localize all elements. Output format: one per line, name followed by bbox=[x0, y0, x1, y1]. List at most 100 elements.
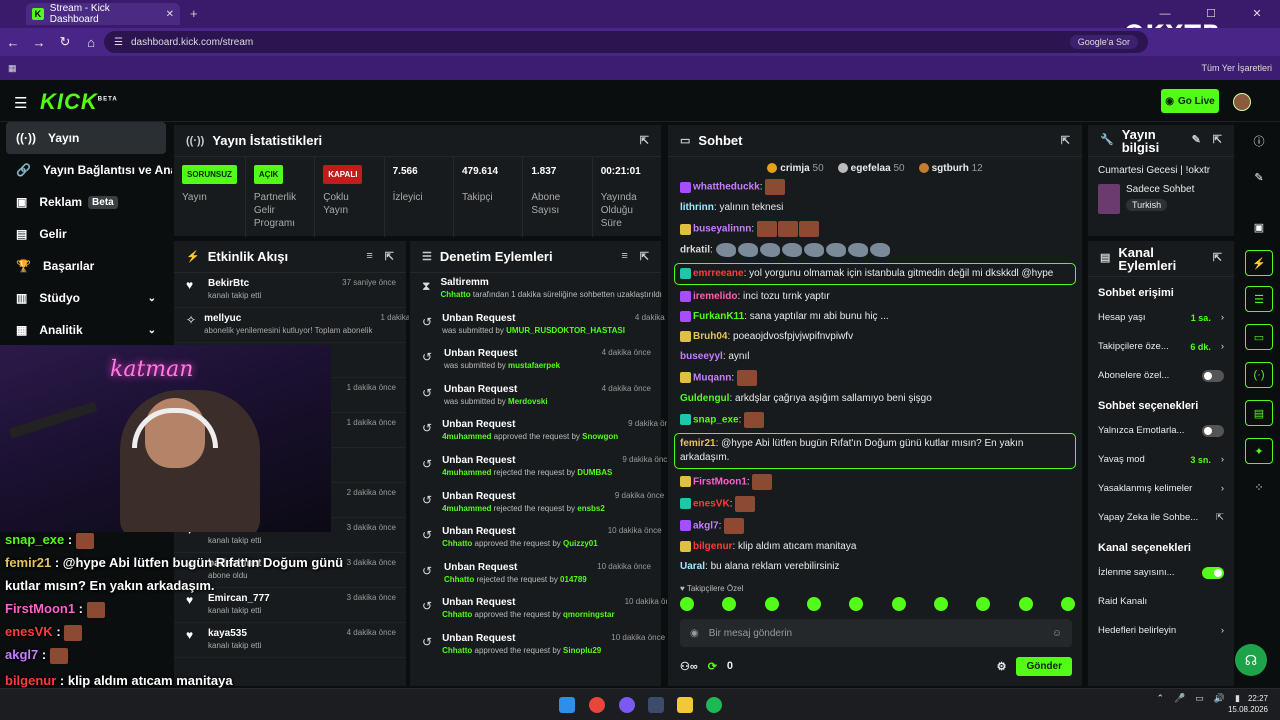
chat-username[interactable]: Uaral bbox=[680, 561, 705, 572]
filter-icon[interactable]: ≡ bbox=[366, 250, 372, 263]
top-gifter[interactable]: crimja 50 bbox=[767, 163, 824, 174]
sidebar-item-analitik[interactable]: ▦ Analitik ⌄ bbox=[0, 314, 172, 346]
kick-emote-icon[interactable] bbox=[976, 597, 991, 611]
edit-icon[interactable]: ✎ bbox=[1192, 134, 1201, 147]
chat-username[interactable]: FirstMoon1 bbox=[693, 476, 747, 487]
sidebar-item-ba-ar-lar[interactable]: 🏆 Başarılar bbox=[0, 250, 172, 282]
toggle-switch[interactable] bbox=[1202, 424, 1224, 437]
home-icon[interactable]: ⌂ bbox=[78, 35, 104, 50]
chat-username[interactable]: femir21 bbox=[680, 438, 716, 449]
mod-target-user[interactable]: Sinoplu29 bbox=[563, 646, 601, 655]
chat-username[interactable]: lithrinn bbox=[680, 202, 714, 213]
popout-icon[interactable]: ⇱ bbox=[385, 250, 394, 263]
top-gifter[interactable]: sgtburh 12 bbox=[918, 163, 983, 174]
help-icon[interactable]: ☊ bbox=[1235, 644, 1267, 676]
chevron-up-icon[interactable]: ⌃ bbox=[1157, 693, 1165, 704]
chat-username[interactable]: emrreeane bbox=[693, 268, 744, 279]
chat-username[interactable]: bilgenur bbox=[693, 541, 732, 552]
top-gifter[interactable]: egefelaa 50 bbox=[837, 163, 905, 174]
kick-emote-icon[interactable] bbox=[933, 597, 948, 611]
back-icon[interactable]: ← bbox=[0, 35, 26, 50]
sidebar-item-yay-n-ba-lant-s-ve-anahtar-[interactable]: 🔗 Yayın Bağlantısı ve Anahtarı bbox=[0, 154, 172, 186]
chat-username[interactable]: buseeyyl bbox=[680, 351, 723, 362]
kick-emote-icon[interactable] bbox=[891, 597, 906, 611]
go-live-button[interactable]: ◉ Go Live bbox=[1161, 89, 1219, 113]
sidebar-item-yay-n[interactable]: ((·)) Yayın bbox=[6, 122, 166, 154]
more-icon[interactable]: ⁘ bbox=[1245, 474, 1273, 500]
send-button[interactable]: Gönder bbox=[1016, 656, 1072, 676]
mod-target-user[interactable]: 014789 bbox=[560, 575, 587, 584]
kick-emote-icon[interactable] bbox=[722, 597, 737, 611]
edit-icon[interactable]: ✎ bbox=[1245, 164, 1273, 190]
sidebar-item-reklam[interactable]: ▣ Reklam Beta bbox=[0, 186, 172, 218]
activity-icon[interactable]: ⚡ bbox=[1245, 250, 1273, 276]
all-bookmarks[interactable]: Tüm Yer İşaretleri bbox=[1201, 63, 1272, 73]
kick-emote-icon[interactable] bbox=[849, 597, 864, 611]
volume-icon[interactable]: 🔊 bbox=[1214, 693, 1225, 704]
chat-mode-icon[interactable]: ◉ bbox=[690, 628, 699, 639]
chat-username[interactable]: iremelido bbox=[693, 291, 737, 302]
setting-row[interactable]: İzlenme sayısını... bbox=[1088, 558, 1234, 587]
steam-icon[interactable] bbox=[648, 697, 664, 713]
chat-username[interactable]: Bruh04 bbox=[693, 331, 727, 342]
mod-target-user[interactable]: ensbs2 bbox=[577, 504, 605, 513]
mod-target-user[interactable]: Snowgon bbox=[582, 432, 618, 441]
avatar[interactable] bbox=[1233, 93, 1251, 111]
mic-icon[interactable]: 🎤 bbox=[1174, 693, 1185, 704]
apps-grid-icon[interactable]: ▦ bbox=[8, 63, 17, 74]
list-icon[interactable]: ☰ bbox=[1245, 286, 1273, 312]
menu-icon[interactable]: ☰ bbox=[14, 94, 27, 112]
url-field[interactable]: ☰ dashboard.kick.com/stream Google'a Sor bbox=[104, 31, 1148, 53]
kick-emote-icon[interactable] bbox=[1060, 597, 1075, 611]
chat-username[interactable]: drkatil bbox=[680, 245, 710, 256]
chat-username[interactable]: akgl7 bbox=[693, 520, 719, 531]
mod-user[interactable]: Chhatto bbox=[442, 646, 472, 655]
chat-username[interactable]: whattheduckk bbox=[693, 182, 760, 193]
kick-emote-icon[interactable] bbox=[1018, 597, 1033, 611]
spotify-icon[interactable] bbox=[706, 697, 722, 713]
google-ask-chip[interactable]: Google'a Sor bbox=[1069, 35, 1138, 49]
filter-icon[interactable]: ≡ bbox=[621, 250, 627, 263]
setting-row[interactable]: Hedefleri belirleyin › bbox=[1088, 616, 1234, 645]
start-icon[interactable] bbox=[559, 697, 575, 713]
category-name[interactable]: Sadece Sohbet bbox=[1126, 184, 1194, 195]
setting-row[interactable]: Hesap yaşı 1 sa. › bbox=[1088, 303, 1234, 332]
info-icon[interactable]: ⓘ bbox=[1245, 128, 1273, 154]
tab-close-icon[interactable]: ✕ bbox=[166, 9, 174, 20]
close-window-icon[interactable]: ✕ bbox=[1234, 0, 1280, 28]
discord-icon[interactable] bbox=[619, 697, 635, 713]
mod-user[interactable]: Chhatto bbox=[442, 610, 472, 619]
kick-logo[interactable]: KICKBETA bbox=[40, 89, 118, 115]
mod-target-user[interactable]: DUMBAS bbox=[577, 468, 612, 477]
mod-target-user[interactable]: Quizzy01 bbox=[563, 539, 598, 548]
clock[interactable]: 22:27 15.08.2026 bbox=[1228, 693, 1268, 715]
new-tab-icon[interactable]: + bbox=[190, 6, 198, 21]
site-info-icon[interactable]: ☰ bbox=[114, 37, 123, 48]
popout-icon[interactable]: ⇱ bbox=[640, 250, 649, 263]
wrench-icon[interactable]: ✦ bbox=[1245, 438, 1273, 464]
kick-emote-icon[interactable] bbox=[680, 597, 694, 611]
reload-icon[interactable]: ↻ bbox=[52, 34, 78, 50]
setting-row[interactable]: Raid Kanalı bbox=[1088, 587, 1234, 616]
mod-user[interactable]: 4muhammed bbox=[442, 468, 491, 477]
mod-user[interactable]: UMUR_RUSDOKTOR_HASTASI bbox=[506, 326, 625, 335]
sidebar-item-st-dyo[interactable]: ▥ Stüdyo ⌄ bbox=[0, 282, 172, 314]
mod-user[interactable]: Chhatto bbox=[444, 575, 474, 584]
popout-icon[interactable]: ⇱ bbox=[1213, 134, 1222, 147]
explorer-icon[interactable] bbox=[677, 697, 693, 713]
chat-username[interactable]: enesVK bbox=[693, 498, 730, 509]
setting-row[interactable]: Yapay Zeka ile Sohbe... ⇱ bbox=[1088, 503, 1234, 532]
popout-icon[interactable]: ⇱ bbox=[1213, 252, 1222, 265]
chat-username[interactable]: buseyalinnn bbox=[693, 224, 751, 235]
mod-user[interactable]: 4muhammed bbox=[442, 504, 491, 513]
chat-username[interactable]: snap_exe bbox=[693, 414, 739, 425]
channel-icon[interactable]: ▤ bbox=[1245, 400, 1273, 426]
setting-row[interactable]: Yavaş mod 3 sn. › bbox=[1088, 445, 1234, 474]
setting-row[interactable]: Yasaklanmış kelimeler › bbox=[1088, 474, 1234, 503]
toggle-switch[interactable] bbox=[1202, 566, 1224, 579]
forward-icon[interactable]: → bbox=[26, 35, 52, 50]
chrome-icon[interactable] bbox=[589, 697, 605, 713]
chat-username[interactable]: Muqann bbox=[693, 372, 731, 383]
kick-emote-icon[interactable] bbox=[764, 597, 779, 611]
mod-user[interactable]: mustafaerpek bbox=[508, 361, 560, 370]
